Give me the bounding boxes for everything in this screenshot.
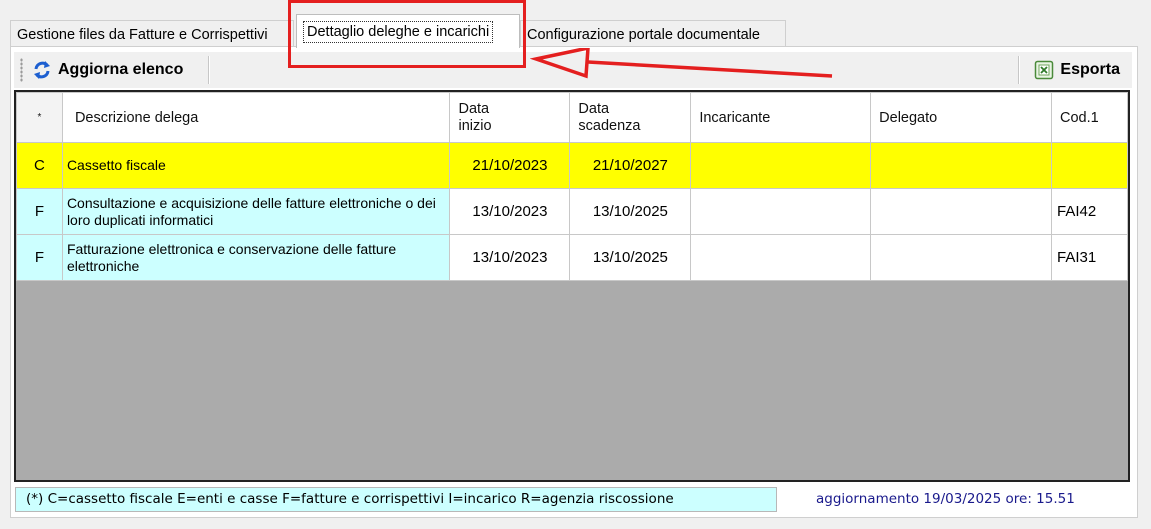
cell-data-scadenza[interactable]: 21/10/2027	[569, 142, 692, 189]
legend-bar: (*) C=cassetto fiscale E=enti e casse F=…	[15, 487, 777, 512]
column-header-data-inizio[interactable]: Data inizio	[449, 92, 571, 143]
last-update-label: aggiornamento 19/03/2025 ore: 15.51	[816, 491, 1075, 507]
toolbar-grip[interactable]	[20, 58, 23, 82]
refresh-icon	[34, 61, 50, 79]
cell-delegato[interactable]	[870, 234, 1052, 281]
tab-label: Gestione files da Fatture e Corrispettiv…	[17, 27, 268, 43]
table-row[interactable]: F Consultazione e acquisizione delle fat…	[16, 188, 1128, 235]
annotation-arrow-icon	[530, 48, 833, 79]
cell-data-inizio[interactable]: 13/10/2023	[449, 234, 571, 281]
cell-flag[interactable]: F	[16, 188, 63, 235]
toolbar-separator	[208, 56, 210, 84]
tab-configurazione-portale[interactable]: Configurazione portale documentale	[520, 20, 786, 48]
column-header-data-scadenza[interactable]: Data scadenza	[569, 92, 692, 143]
cell-cod1[interactable]: FAI31	[1050, 234, 1128, 281]
cell-incaricante[interactable]	[690, 142, 872, 189]
tab-label: Configurazione portale documentale	[527, 27, 760, 43]
table-row[interactable]: C Cassetto fiscale 21/10/2023 21/10/2027	[16, 142, 1128, 189]
column-header-cod1[interactable]: Cod.1	[1050, 92, 1128, 143]
deleghe-grid[interactable]: * Descrizione delega Data inizio Data sc…	[14, 90, 1130, 482]
cell-descrizione[interactable]: Consultazione e acquisizione delle fattu…	[61, 188, 451, 235]
cell-data-inizio[interactable]: 13/10/2023	[449, 188, 571, 235]
cell-flag[interactable]: F	[16, 234, 63, 281]
column-header-incaricante[interactable]: Incaricante	[690, 92, 872, 143]
cell-data-scadenza[interactable]: 13/10/2025	[569, 188, 692, 235]
export-button[interactable]: Esporta	[1034, 55, 1120, 85]
annotation-highlight-box	[288, 0, 526, 68]
tab-strip: Gestione files da Fatture e Corrispettiv…	[0, 14, 1151, 50]
cell-cod1[interactable]	[1050, 142, 1128, 189]
cell-data-inizio[interactable]: 21/10/2023	[449, 142, 571, 189]
export-label: Esporta	[1060, 61, 1120, 78]
column-header-descrizione[interactable]: Descrizione delega	[61, 92, 451, 143]
tab-gestione-files[interactable]: Gestione files da Fatture e Corrispettiv…	[10, 20, 294, 48]
cell-incaricante[interactable]	[690, 188, 872, 235]
cell-incaricante[interactable]	[690, 234, 872, 281]
table-row[interactable]: F Fatturazione elettronica e conservazio…	[16, 234, 1128, 281]
cell-flag[interactable]: C	[16, 142, 63, 189]
refresh-label: Aggiorna elenco	[58, 61, 184, 78]
header-row: * Descrizione delega Data inizio Data sc…	[16, 92, 1128, 143]
cell-descrizione[interactable]: Fatturazione elettronica e conservazione…	[61, 234, 451, 281]
cell-delegato[interactable]	[870, 142, 1052, 189]
cell-descrizione[interactable]: Cassetto fiscale	[61, 142, 451, 189]
refresh-button[interactable]: Aggiorna elenco	[32, 55, 183, 85]
column-header-flag[interactable]: *	[16, 92, 63, 143]
excel-icon	[1035, 60, 1054, 80]
deleghe-table: * Descrizione delega Data inizio Data sc…	[16, 92, 1128, 281]
cell-data-scadenza[interactable]: 13/10/2025	[569, 234, 692, 281]
cell-cod1[interactable]: FAI42	[1050, 188, 1128, 235]
column-header-delegato[interactable]: Delegato	[870, 92, 1052, 143]
cell-delegato[interactable]	[870, 188, 1052, 235]
toolbar-separator	[1018, 56, 1020, 84]
